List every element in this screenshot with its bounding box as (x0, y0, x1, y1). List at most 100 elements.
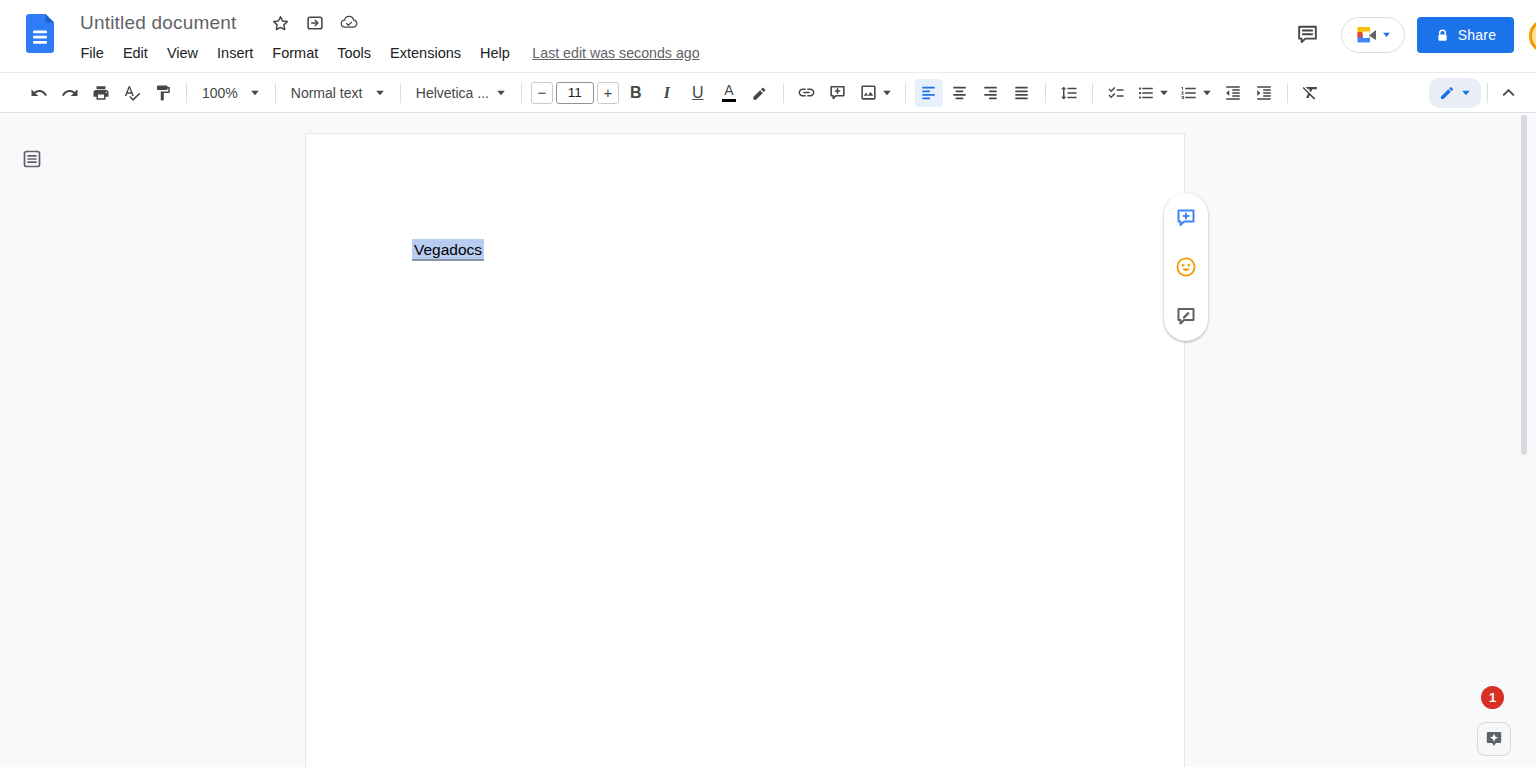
underline-button[interactable]: U (684, 79, 712, 107)
chevron-down-icon (250, 89, 260, 97)
chevron-down-icon (1159, 89, 1169, 97)
separator (783, 83, 784, 103)
increase-font-size-button[interactable]: + (597, 82, 619, 104)
meet-icon (1355, 24, 1379, 46)
header: Untitled document File Edit View Insert … (0, 0, 1536, 72)
paragraph-style-select[interactable]: Normal text (285, 79, 391, 107)
chevron-down-icon (1461, 89, 1471, 97)
menu-help[interactable]: Help (471, 43, 520, 63)
document-canvas: Vegadocs 1 (0, 113, 1536, 767)
menu-file[interactable]: File (71, 43, 113, 63)
scrollbar-thumb[interactable] (1521, 115, 1527, 455)
document-title[interactable]: Untitled document (80, 12, 237, 34)
document-text-line[interactable]: Vegadocs (412, 241, 484, 259)
account-avatar[interactable] (1529, 19, 1536, 53)
spellcheck-button[interactable] (118, 79, 146, 107)
quick-actions-panel (1164, 193, 1208, 341)
last-edit-link[interactable]: Last edit was seconds ago (532, 45, 699, 61)
font-size-value: 11 (568, 85, 582, 100)
italic-button[interactable]: I (653, 79, 681, 107)
text-color-button[interactable]: A (715, 79, 743, 107)
notification-badge: 1 (1481, 686, 1504, 709)
add-comment-button[interactable] (824, 79, 852, 107)
insert-emoji-button[interactable] (1174, 255, 1198, 279)
menu-format[interactable]: Format (263, 43, 328, 63)
cloud-status-icon[interactable] (339, 13, 359, 33)
separator (1092, 83, 1093, 103)
show-outline-button[interactable] (21, 148, 43, 170)
decrease-font-size-button[interactable]: − (531, 82, 553, 104)
numbered-list-button[interactable] (1176, 79, 1216, 107)
font-select[interactable]: Helvetica ... (410, 79, 512, 107)
chevron-down-icon (496, 89, 506, 97)
menu-edit[interactable]: Edit (113, 43, 157, 63)
bulleted-list-icon (1137, 84, 1155, 102)
menu-tools[interactable]: Tools (328, 43, 381, 63)
menu-insert[interactable]: Insert (208, 43, 263, 63)
align-center-button[interactable] (946, 79, 974, 107)
underline-icon: U (692, 84, 704, 102)
menu-view[interactable]: View (157, 43, 207, 63)
toolbar: 100% Normal text Helvetica ... − 11 + B … (0, 72, 1536, 113)
separator (1045, 83, 1046, 103)
insert-image-button[interactable] (855, 79, 896, 107)
chevron-down-icon (1202, 89, 1212, 97)
zoom-value: 100% (202, 85, 238, 101)
separator (186, 83, 187, 103)
menu-extensions[interactable]: Extensions (381, 43, 471, 63)
separator (275, 83, 276, 103)
italic-icon: I (664, 84, 670, 102)
numbered-list-icon (1180, 84, 1198, 102)
chevron-down-icon (375, 89, 385, 97)
paint-format-button[interactable] (149, 79, 177, 107)
redo-button[interactable] (56, 79, 84, 107)
chevron-down-icon (882, 89, 892, 97)
move-folder-icon[interactable] (305, 13, 325, 33)
insert-link-button[interactable] (793, 79, 821, 107)
align-left-button[interactable] (915, 79, 943, 107)
increase-indent-button[interactable] (1250, 79, 1278, 107)
align-right-button[interactable] (977, 79, 1005, 107)
separator (400, 83, 401, 103)
menu-bar: File Edit View Insert Format Tools Exten… (71, 43, 700, 63)
font-size-input[interactable]: 11 (556, 82, 594, 104)
image-icon (859, 83, 878, 102)
open-comments-button[interactable] (1295, 22, 1320, 47)
join-call-button[interactable] (1341, 17, 1405, 53)
separator (521, 83, 522, 103)
justify-button[interactable] (1008, 79, 1036, 107)
selected-text[interactable]: Vegadocs (412, 239, 484, 261)
bulleted-list-button[interactable] (1133, 79, 1173, 107)
paragraph-style-value: Normal text (291, 85, 367, 101)
assistant-icon (1484, 729, 1504, 749)
suggest-edits-button[interactable] (1174, 304, 1198, 328)
assistant-button[interactable] (1477, 722, 1511, 756)
hide-menus-button[interactable] (1494, 79, 1522, 107)
highlight-color-button[interactable] (746, 79, 774, 107)
line-spacing-button[interactable] (1055, 79, 1083, 107)
bold-button[interactable]: B (622, 79, 650, 107)
share-button-label: Share (1458, 27, 1496, 43)
star-icon[interactable] (271, 13, 291, 33)
share-button[interactable]: Share (1417, 17, 1514, 53)
separator (905, 83, 906, 103)
font-value: Helvetica ... (416, 85, 488, 101)
decrease-indent-button[interactable] (1219, 79, 1247, 107)
undo-button[interactable] (25, 79, 53, 107)
lock-icon (1435, 28, 1450, 43)
pencil-icon (1439, 85, 1455, 101)
separator (1487, 83, 1488, 103)
google-docs-logo[interactable] (26, 14, 54, 53)
print-button[interactable] (87, 79, 115, 107)
editing-mode-button[interactable] (1429, 78, 1481, 108)
bold-icon: B (630, 84, 642, 102)
separator (1287, 83, 1288, 103)
meet-dropdown-icon (1382, 31, 1391, 39)
zoom-select[interactable]: 100% (196, 79, 266, 107)
plus-icon: + (603, 84, 612, 101)
checklist-button[interactable] (1102, 79, 1130, 107)
document-page[interactable]: Vegadocs (305, 133, 1185, 767)
clear-formatting-button[interactable] (1297, 79, 1325, 107)
text-color-icon: A (722, 83, 736, 102)
insert-comment-button[interactable] (1174, 206, 1198, 230)
